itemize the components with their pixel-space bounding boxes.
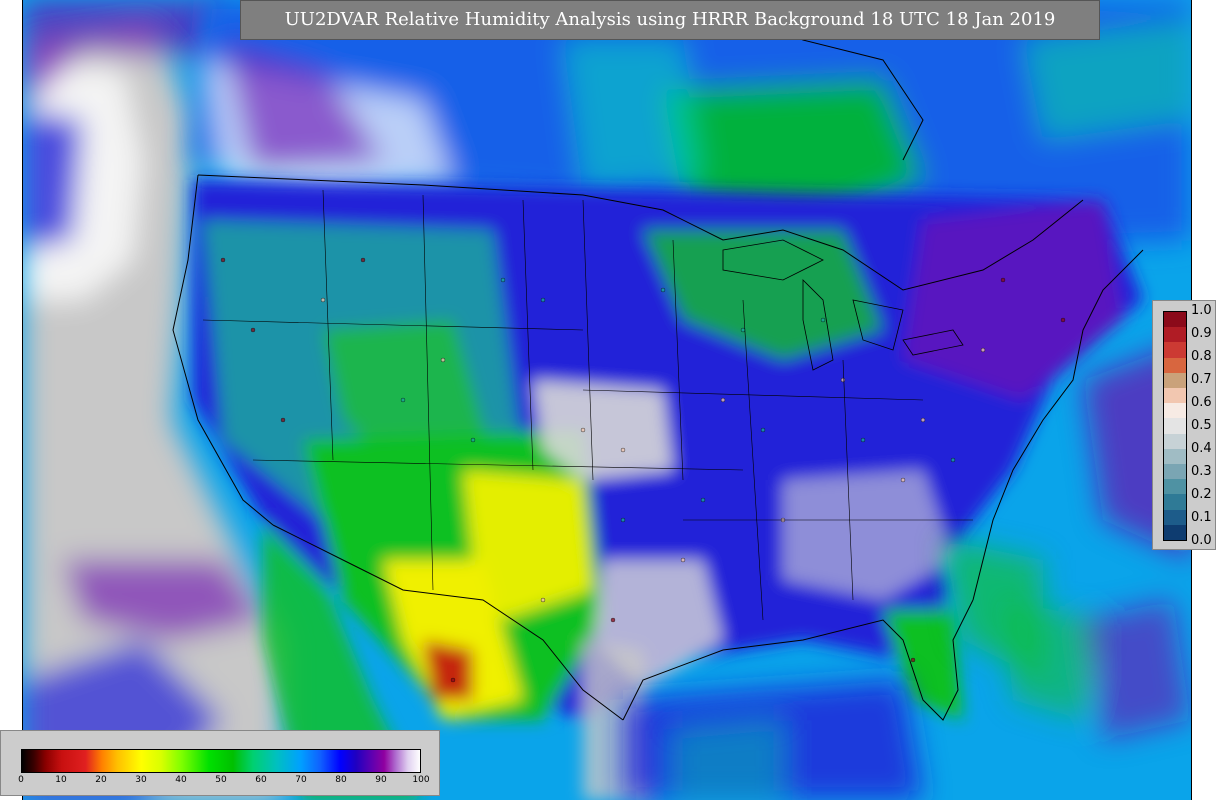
observation-colorbar-tick: 0.9 [1191, 326, 1212, 341]
observation-colorbar-segment [1164, 342, 1186, 358]
rh-colorbar: 0 10 20 30 40 50 60 70 80 90 100 [0, 730, 440, 796]
observation-colorbar-segment [1164, 509, 1186, 525]
observation-colorbar-segment [1164, 479, 1186, 495]
observation-colorbar-tick: 0.2 [1191, 487, 1212, 502]
rh-colorbar-tick: 10 [55, 775, 67, 785]
observation-colorbar-segment [1164, 372, 1186, 389]
observation-colorbar-tick: 0.4 [1191, 441, 1212, 456]
observation-colorbar-segment [1164, 327, 1186, 343]
observation-colorbar: 1.0 0.9 0.8 0.7 0.6 0.5 0.4 0.3 0.2 0.1 0.0 [1152, 300, 1216, 550]
observation-colorbar-tick: 0.0 [1191, 533, 1212, 548]
rh-colorbar-tick: 40 [175, 775, 187, 785]
rh-colorbar-tick: 90 [375, 775, 387, 785]
rh-analysis-map [22, 0, 1192, 800]
rh-colorbar-tick: 50 [215, 775, 227, 785]
rh-colorbar-tick: 80 [335, 775, 347, 785]
observation-colorbar-tick: 0.5 [1191, 418, 1212, 433]
observation-colorbar-scale [1163, 311, 1187, 541]
rh-colorbar-tick: 100 [412, 775, 430, 785]
map-canvas [23, 0, 1191, 800]
observation-colorbar-segment [1164, 448, 1186, 465]
rh-colorbar-tick: 70 [295, 775, 307, 785]
observation-colorbar-tick: 0.1 [1191, 510, 1212, 525]
observation-colorbar-tick: 0.8 [1191, 349, 1212, 364]
observation-colorbar-tick: 1.0 [1191, 303, 1212, 318]
observation-colorbar-tick: 0.3 [1191, 464, 1212, 479]
observation-colorbar-segment [1164, 312, 1186, 328]
observation-colorbar-segment [1164, 464, 1186, 480]
observation-colorbar-segment [1164, 357, 1186, 373]
rh-colorbar-tick: 30 [135, 775, 147, 785]
observation-colorbar-segment [1164, 433, 1186, 449]
observation-colorbar-segment [1164, 388, 1186, 404]
observation-colorbar-segment [1164, 403, 1186, 419]
observation-colorbar-tick: 0.6 [1191, 395, 1212, 410]
observation-colorbar-segment [1164, 494, 1186, 510]
observation-colorbar-segment [1164, 524, 1186, 541]
rh-colorbar-tick: 60 [255, 775, 267, 785]
rh-colorbar-tick: 0 [18, 775, 24, 785]
rh-colorbar-scale [21, 749, 421, 773]
chart-title: UU2DVAR Relative Humidity Analysis using… [240, 0, 1100, 40]
rh-colorbar-tick: 20 [95, 775, 107, 785]
observation-colorbar-segment [1164, 418, 1186, 434]
observation-colorbar-tick: 0.7 [1191, 372, 1212, 387]
